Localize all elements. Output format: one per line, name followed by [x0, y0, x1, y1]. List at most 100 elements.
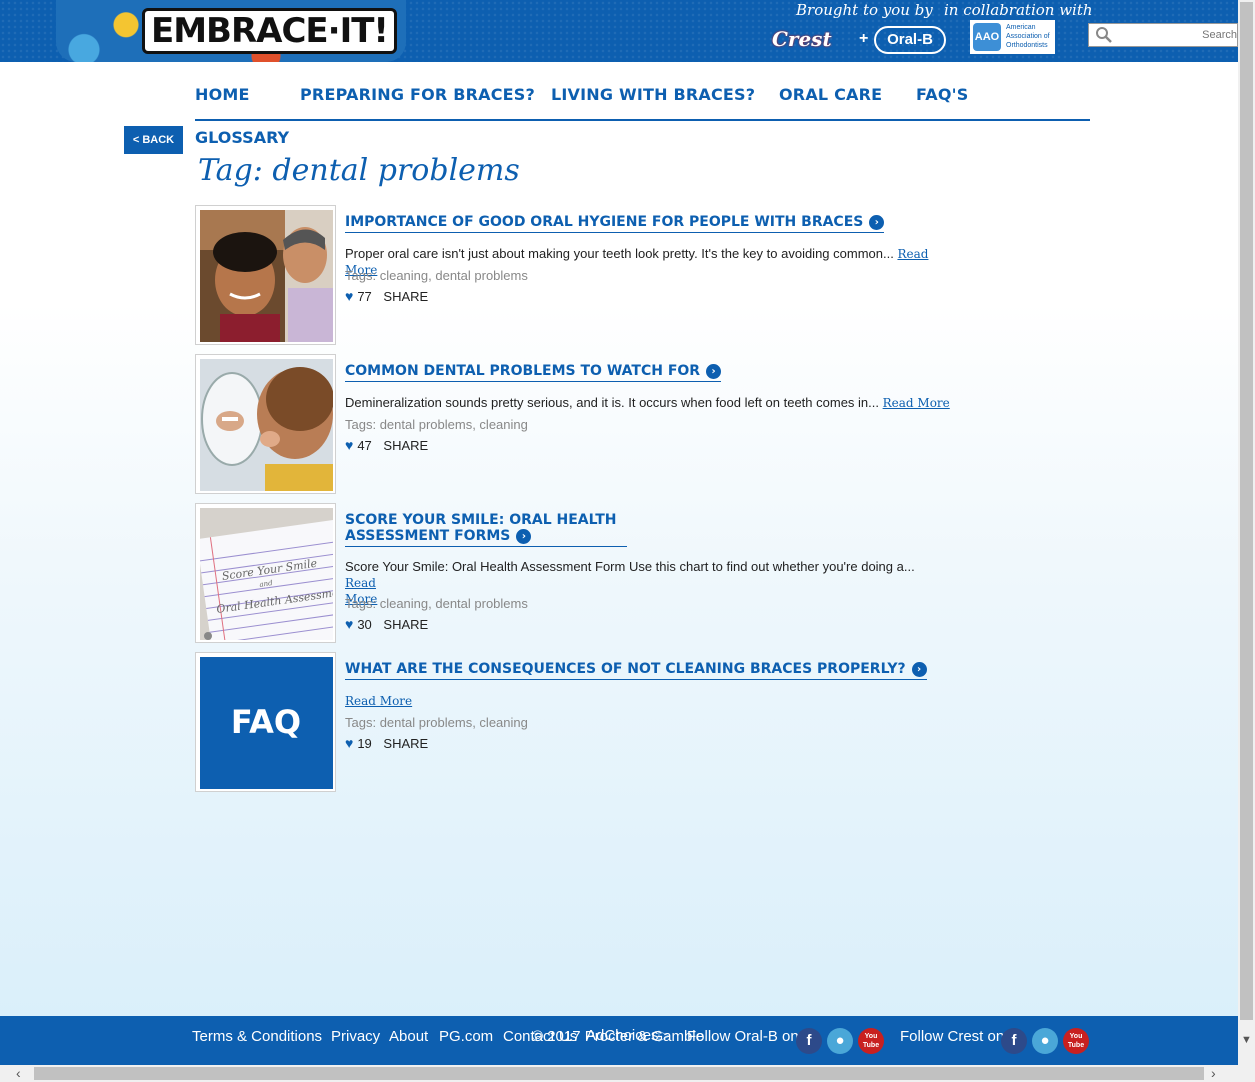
facebook-icon[interactable]: f — [796, 1028, 822, 1054]
twitter-icon[interactable]: ● — [827, 1028, 853, 1054]
oral-b-logo[interactable]: Oral-B — [874, 26, 946, 54]
article-title-link[interactable]: IMPORTANCE OF GOOD ORAL HYGIENE FOR PEOP… — [345, 214, 885, 233]
tags-label: Tags: — [345, 596, 377, 611]
main-nav: HOME PREPARING FOR BRACES? LIVING WITH B… — [195, 80, 1090, 121]
share-button[interactable]: SHARE — [383, 736, 428, 751]
share-button[interactable]: SHARE — [383, 438, 428, 453]
site-footer: Terms & Conditions Privacy About PG.com … — [0, 1016, 1238, 1066]
article-excerpt-text: Demineralization sounds pretty serious, … — [345, 395, 879, 410]
search-icon[interactable] — [1095, 26, 1113, 44]
article-actions: ♥ 47 SHARE — [345, 437, 428, 453]
article-tags: Tags: cleaning, dental problems — [345, 268, 528, 283]
like-count: 19 — [357, 736, 372, 751]
facebook-icon[interactable]: f — [1001, 1028, 1027, 1054]
tags-links[interactable]: cleaning, dental problems — [380, 596, 528, 611]
logo-text: EMBRACE·IT! — [142, 8, 397, 54]
youtube-icon[interactable]: You Tube — [1063, 1028, 1089, 1054]
scroll-right-icon[interactable]: › — [1211, 1065, 1216, 1081]
aao-mark: AAO — [973, 23, 1001, 51]
plus-sign: + — [859, 30, 869, 47]
crest-logo[interactable]: Crest — [772, 27, 832, 51]
share-button[interactable]: SHARE — [383, 617, 428, 632]
breadcrumb-glossary[interactable]: GLOSSARY — [195, 128, 289, 147]
heart-icon[interactable]: ♥ — [345, 616, 353, 632]
faq-thumb-text: FAQ — [231, 703, 301, 741]
tags-label: Tags: — [345, 715, 377, 730]
copyright-text: © 2017 Procter & Gamble — [532, 1028, 704, 1045]
nav-preparing-for-braces[interactable]: PREPARING FOR BRACES? — [300, 85, 535, 104]
article-title-line-2: ASSESSMENT FORMS — [345, 528, 511, 544]
footer-pg-link[interactable]: PG.com — [439, 1028, 493, 1045]
article-title-link[interactable]: SCORE YOUR SMILE: ORAL HEALTH ASSESSMENT … — [345, 512, 628, 547]
embrace-it-logo[interactable]: EMBRACE·IT! — [56, 0, 406, 62]
heart-icon[interactable]: ♥ — [345, 288, 353, 304]
read-more-text-1: Read — [345, 576, 376, 590]
boy-mirror-image — [200, 359, 334, 491]
horizontal-scrollbar[interactable]: ‹ › — [0, 1065, 1255, 1082]
youtube-icon[interactable]: You Tube — [858, 1028, 884, 1054]
read-more-link[interactable]: Read More — [883, 396, 950, 410]
article-excerpt: Read More — [345, 693, 412, 709]
aao-logo[interactable]: AAO American Association of Orthodontist… — [970, 20, 1055, 54]
like-count: 30 — [357, 617, 372, 632]
article-title-link[interactable]: COMMON DENTAL PROBLEMS TO WATCH FOR › — [345, 363, 722, 382]
vertical-scrollbar[interactable]: ▼ — [1238, 0, 1255, 1065]
tags-label: Tags: — [345, 417, 377, 432]
article-thumbnail[interactable] — [195, 354, 336, 494]
heart-icon[interactable]: ♥ — [345, 437, 353, 453]
aao-text: American Association of Orthodontists — [1006, 24, 1050, 49]
article-excerpt-text: Proper oral care isn't just about making… — [345, 246, 894, 261]
article-excerpt: Demineralization sounds pretty serious, … — [345, 395, 950, 411]
read-more-link[interactable]: Read More — [345, 694, 412, 708]
article-tags: Tags: cleaning, dental problems — [345, 596, 528, 611]
article-thumbnail[interactable]: Score Your Smile and Oral Health Assessm… — [195, 503, 352, 659]
article-item: IMPORTANCE OF GOOD ORAL HYGIENE FOR PEOP… — [195, 205, 955, 345]
horizontal-scroll-thumb[interactable] — [34, 1067, 1204, 1080]
article-thumbnail[interactable] — [195, 205, 336, 345]
chevron-right-icon: › — [869, 215, 885, 230]
scroll-down-icon[interactable]: ▼ — [1241, 1034, 1252, 1046]
nav-oral-care[interactable]: ORAL CARE — [779, 85, 882, 104]
footer-about-link[interactable]: About — [389, 1028, 428, 1045]
article-item: Score Your Smile and Oral Health Assessm… — [195, 503, 955, 659]
article-tags: Tags: dental problems, cleaning — [345, 715, 528, 730]
nav-home[interactable]: HOME — [195, 85, 250, 104]
heart-icon[interactable]: ♥ — [345, 735, 353, 751]
article-title-line-1: SCORE YOUR SMILE: ORAL HEALTH — [345, 512, 617, 528]
footer-privacy-link[interactable]: Privacy — [331, 1028, 380, 1045]
article-title-text: IMPORTANCE OF GOOD ORAL HYGIENE FOR PEOP… — [345, 214, 864, 230]
vertical-scroll-thumb[interactable] — [1240, 2, 1253, 1020]
chevron-right-icon: › — [706, 364, 722, 379]
chevron-right-icon: › — [516, 529, 532, 544]
article-title-text: COMMON DENTAL PROBLEMS TO WATCH FOR — [345, 363, 701, 379]
nav-living-with-braces[interactable]: LIVING WITH BRACES? — [551, 85, 755, 104]
twitter-icon[interactable]: ● — [1032, 1028, 1058, 1054]
tags-links[interactable]: cleaning, dental problems — [380, 268, 528, 283]
collaboration-text: in collabration with — [944, 1, 1093, 19]
article-item: FAQ WHAT ARE THE CONSEQUENCES OF NOT CLE… — [195, 652, 955, 792]
article-title-text: WHAT ARE THE CONSEQUENCES OF NOT CLEANIN… — [345, 661, 906, 677]
tags-links[interactable]: dental problems, cleaning — [380, 715, 528, 730]
follow-crest-text: Follow Crest on — [900, 1028, 1005, 1045]
scroll-left-icon[interactable]: ‹ — [16, 1065, 21, 1081]
like-count: 77 — [357, 289, 372, 304]
nav-faqs[interactable]: FAQ'S — [916, 85, 969, 104]
back-button[interactable]: < BACK — [124, 126, 183, 154]
article-title-link[interactable]: WHAT ARE THE CONSEQUENCES OF NOT CLEANIN… — [345, 661, 927, 680]
article-actions: ♥ 30 SHARE — [345, 616, 428, 632]
article-actions: ♥ 19 SHARE — [345, 735, 428, 751]
share-button[interactable]: SHARE — [383, 289, 428, 304]
chevron-right-icon: › — [911, 662, 927, 677]
article-item: COMMON DENTAL PROBLEMS TO WATCH FOR › Dem… — [195, 354, 955, 494]
notebook-paper-image: Score Your Smile and Oral Health Assessm… — [196, 508, 352, 659]
tags-links[interactable]: dental problems, cleaning — [380, 417, 528, 432]
page-title: Tag: dental problems — [198, 153, 520, 188]
search-box — [1088, 23, 1238, 47]
article-excerpt-text: Score Your Smile: Oral Health Assessment… — [345, 559, 915, 574]
site-header: EMBRACE·IT! Brought to you by in collabr… — [0, 0, 1238, 62]
footer-terms-link[interactable]: Terms & Conditions — [192, 1028, 322, 1045]
article-thumbnail[interactable]: FAQ — [195, 652, 336, 792]
article-tags: Tags: dental problems, cleaning — [345, 417, 528, 432]
brought-to-you-by-text: Brought to you by — [796, 1, 933, 19]
search-input[interactable] — [1119, 26, 1237, 44]
